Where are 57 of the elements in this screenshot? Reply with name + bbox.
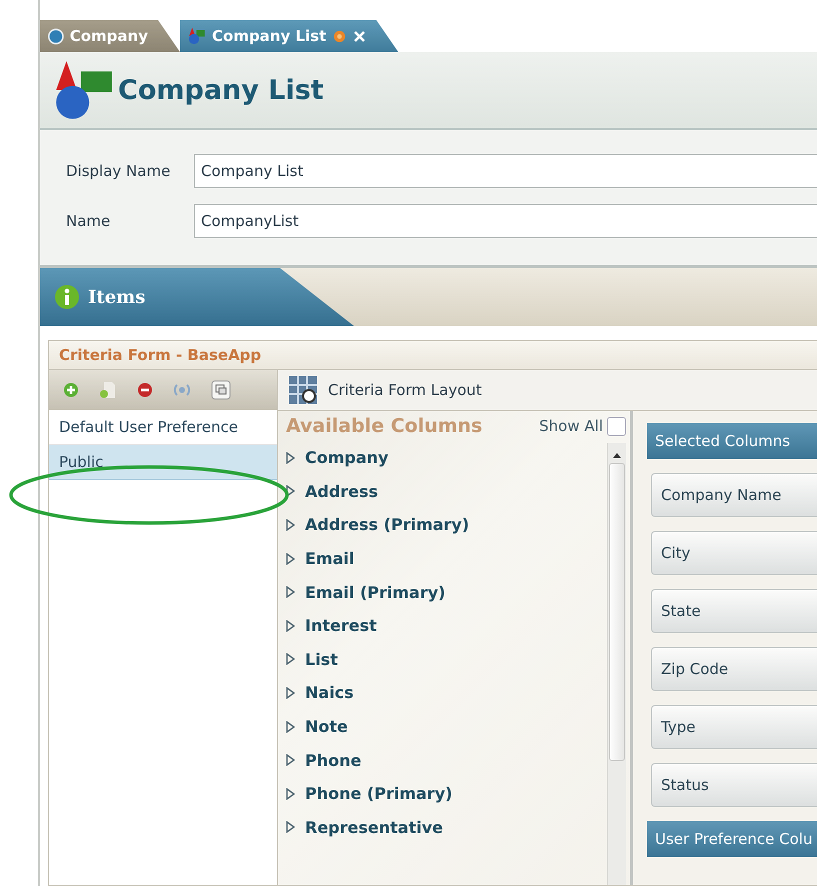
- expand-icon: [286, 552, 295, 565]
- selected-column[interactable]: Status: [651, 763, 817, 807]
- expand-icon: [286, 586, 295, 598]
- copy-icon[interactable]: [211, 380, 231, 400]
- expand-icon: [286, 518, 295, 531]
- tree-item[interactable]: Phone: [278, 743, 607, 777]
- tree-item[interactable]: Note: [278, 710, 607, 744]
- input-field[interactable]: CompanyList: [194, 204, 817, 238]
- tree-item[interactable]: Address (Primary): [278, 508, 607, 542]
- tree-item[interactable]: Representative: [278, 810, 607, 844]
- preference-item[interactable]: Public: [49, 445, 277, 480]
- expand-icon: [286, 653, 295, 666]
- expand-icon: [286, 620, 295, 632]
- globe-icon: [48, 28, 64, 44]
- remove-icon[interactable]: [137, 382, 153, 398]
- expand-icon: [286, 686, 295, 699]
- expand-icon: [286, 485, 295, 498]
- tree-item[interactable]: Email (Primary): [278, 575, 607, 609]
- new-document-icon[interactable]: [99, 381, 117, 399]
- checkbox-label: Show All: [539, 417, 603, 435]
- tree-item[interactable]: Interest: [278, 608, 607, 643]
- column-heading: Available Columns: [286, 415, 482, 437]
- tree-item[interactable]: Phone (Primary): [278, 776, 607, 811]
- tree-item[interactable]: Company: [278, 441, 607, 475]
- add-icon[interactable]: [63, 382, 79, 398]
- tree-item[interactable]: Address: [278, 474, 607, 508]
- selected-column[interactable]: Type: [651, 705, 817, 749]
- layout-title: Criteria Form Layout: [328, 381, 482, 399]
- section-title: Items: [88, 286, 146, 308]
- tab[interactable]: Company List: [180, 20, 398, 52]
- selected-column[interactable]: Zip Code: [651, 647, 817, 691]
- field-label: Display Name: [66, 162, 172, 180]
- column-heading: Selected Columns: [647, 423, 817, 459]
- signal-icon[interactable]: [173, 382, 191, 398]
- selected-column[interactable]: City: [651, 531, 817, 575]
- scrollbar[interactable]: [607, 443, 626, 885]
- expand-icon: [286, 821, 295, 834]
- scroll-up-icon[interactable]: [612, 451, 622, 459]
- checkbox[interactable]: [607, 416, 626, 436]
- expand-icon: [286, 788, 295, 800]
- selected-column[interactable]: Company Name: [651, 473, 817, 517]
- page-title: Company List: [118, 74, 324, 106]
- info-icon: [54, 284, 80, 310]
- column-heading: User Preference Colu: [647, 821, 817, 857]
- close-icon[interactable]: [353, 30, 366, 42]
- expand-icon: [286, 720, 295, 733]
- tree-item[interactable]: List: [278, 642, 607, 676]
- expand-icon: [286, 754, 295, 766]
- field-label: Name: [66, 212, 112, 230]
- expand-icon: [286, 452, 295, 464]
- grid-settings-icon: [288, 375, 318, 405]
- input-field[interactable]: Company List: [194, 154, 817, 188]
- items-tab[interactable]: Items: [40, 268, 354, 326]
- tree-item[interactable]: Naics: [278, 676, 607, 710]
- shapes-icon: [188, 27, 206, 45]
- selected-column[interactable]: State: [651, 589, 817, 633]
- tree-item[interactable]: Email: [278, 542, 607, 576]
